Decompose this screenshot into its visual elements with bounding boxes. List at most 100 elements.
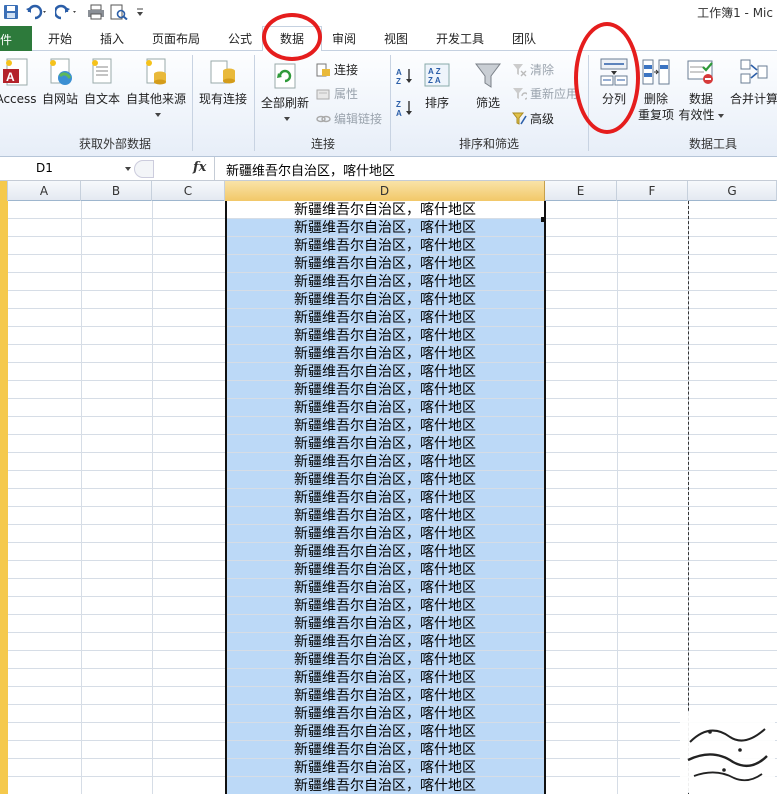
cell-D32[interactable]: 新疆维吾尔自治区，喀什地区 <box>225 759 545 777</box>
data-validation-button[interactable]: 数据 有效性 <box>678 57 724 123</box>
cell-D21[interactable]: 新疆维吾尔自治区，喀什地区 <box>225 561 545 579</box>
connections-button[interactable]: 连接 <box>316 61 358 78</box>
cell-D12[interactable]: 新疆维吾尔自治区，喀什地区 <box>225 399 545 417</box>
cell-D30[interactable]: 新疆维吾尔自治区，喀什地区 <box>225 723 545 741</box>
cell-D11[interactable]: 新疆维吾尔自治区，喀什地区 <box>225 381 545 399</box>
sort-ascending-button[interactable]: AZ <box>396 67 414 85</box>
cell-D5[interactable]: 新疆维吾尔自治区，喀什地区 <box>225 273 545 291</box>
clear-filter-icon <box>512 63 527 77</box>
cell-D3[interactable]: 新疆维吾尔自治区，喀什地区 <box>225 237 545 255</box>
cell-D9[interactable]: 新疆维吾尔自治区，喀什地区 <box>225 345 545 363</box>
formula-bar-resize-handle[interactable] <box>134 160 154 178</box>
cell-D19[interactable]: 新疆维吾尔自治区，喀什地区 <box>225 525 545 543</box>
cell-D28[interactable]: 新疆维吾尔自治区，喀什地区 <box>225 687 545 705</box>
worksheet-grid[interactable]: A B C D E F G 新疆维吾尔自治区，喀什地区 新疆维吾尔自治区，喀什地区… <box>0 181 777 794</box>
tab-home[interactable]: 开始 <box>48 30 72 47</box>
svg-text:Z A: Z A <box>428 76 441 85</box>
cell-D14[interactable]: 新疆维吾尔自治区，喀什地区 <box>225 435 545 453</box>
formula-input[interactable]: 新疆维吾尔自治区，喀什地区 <box>226 160 395 179</box>
cell-D16[interactable]: 新疆维吾尔自治区，喀什地区 <box>225 471 545 489</box>
insert-function-icon[interactable]: fx <box>193 160 206 175</box>
print-preview-icon[interactable] <box>108 2 130 22</box>
cell-D25[interactable]: 新疆维吾尔自治区，喀什地区 <box>225 633 545 651</box>
tab-review[interactable]: 审阅 <box>332 30 356 47</box>
existing-connections-button[interactable]: 现有连接 <box>196 57 250 107</box>
advanced-filter-button[interactable]: 高级 <box>511 110 554 127</box>
from-text-button[interactable]: 自文本 <box>82 57 122 107</box>
text-file-icon <box>87 57 117 87</box>
cell-D33[interactable]: 新疆维吾尔自治区，喀什地区 <box>225 777 545 794</box>
tab-view[interactable]: 视图 <box>384 30 408 47</box>
row-headers[interactable] <box>0 201 8 794</box>
sort-button[interactable]: A ZZ A 排序 <box>420 61 454 111</box>
from-web-button[interactable]: 自网站 <box>40 57 80 107</box>
sort-dialog-icon: A ZZ A <box>422 61 452 91</box>
cell-D22[interactable]: 新疆维吾尔自治区，喀什地区 <box>225 579 545 597</box>
cell-D27[interactable]: 新疆维吾尔自治区，喀什地区 <box>225 669 545 687</box>
group-separator <box>254 55 255 151</box>
refresh-all-button[interactable]: 全部刷新 <box>258 61 312 121</box>
undo-icon[interactable] <box>24 2 50 22</box>
svg-text:A: A <box>396 68 402 77</box>
reapply-filter-button[interactable]: 重新应用 <box>512 85 578 102</box>
filter-button[interactable]: 筛选 <box>468 61 508 111</box>
select-all-corner[interactable] <box>0 181 8 201</box>
column-header-E[interactable]: E <box>545 181 617 201</box>
cell-D29[interactable]: 新疆维吾尔自治区，喀什地区 <box>225 705 545 723</box>
column-header-A[interactable]: A <box>8 181 81 201</box>
svg-text:A: A <box>396 109 402 117</box>
cell-D4[interactable]: 新疆维吾尔自治区，喀什地区 <box>225 255 545 273</box>
tab-formulas[interactable]: 公式 <box>228 30 252 47</box>
other-sources-icon <box>141 57 171 87</box>
cell-D23[interactable]: 新疆维吾尔自治区，喀什地区 <box>225 597 545 615</box>
name-box-dropdown-icon[interactable] <box>125 167 131 171</box>
redo-icon[interactable] <box>54 2 80 22</box>
cell-D1[interactable]: 新疆维吾尔自治区，喀什地区 <box>225 201 545 219</box>
tab-file[interactable]: 件 <box>0 26 32 51</box>
annotation-circle-text-to-columns <box>574 22 640 134</box>
cell-D18[interactable]: 新疆维吾尔自治区，喀什地区 <box>225 507 545 525</box>
tab-team[interactable]: 团队 <box>512 30 536 47</box>
edit-links-button[interactable]: 编辑链接 <box>316 110 382 127</box>
cell-D26[interactable]: 新疆维吾尔自治区，喀什地区 <box>225 651 545 669</box>
cell-D15[interactable]: 新疆维吾尔自治区，喀什地区 <box>225 453 545 471</box>
web-icon <box>45 57 75 87</box>
cell-D7[interactable]: 新疆维吾尔自治区，喀什地区 <box>225 309 545 327</box>
name-box-value: D1 <box>36 161 53 175</box>
from-other-sources-button[interactable]: 自其他来源 <box>124 57 188 117</box>
cell-area[interactable]: 新疆维吾尔自治区，喀什地区 新疆维吾尔自治区，喀什地区 新疆维吾尔自治区，喀什地区新… <box>8 201 777 794</box>
cell-D2[interactable]: 新疆维吾尔自治区，喀什地区 <box>225 219 545 237</box>
cell-D13[interactable]: 新疆维吾尔自治区，喀什地区 <box>225 417 545 435</box>
reapply-filter-icon <box>512 87 529 101</box>
cell-D10[interactable]: 新疆维吾尔自治区，喀什地区 <box>225 363 545 381</box>
properties-button[interactable]: 属性 <box>316 85 358 102</box>
cell-D31[interactable]: 新疆维吾尔自治区，喀什地区 <box>225 741 545 759</box>
customize-qat-icon[interactable] <box>134 2 146 22</box>
cell-D20[interactable]: 新疆维吾尔自治区，喀什地区 <box>225 543 545 561</box>
cell-D17[interactable]: 新疆维吾尔自治区，喀什地区 <box>225 489 545 507</box>
clear-filter-button[interactable]: 清除 <box>512 61 554 78</box>
tab-page-layout[interactable]: 页面布局 <box>152 30 200 47</box>
sort-descending-button[interactable]: ZA <box>396 99 414 117</box>
print-icon[interactable] <box>86 2 106 22</box>
cell-D6[interactable]: 新疆维吾尔自治区，喀什地区 <box>225 291 545 309</box>
from-access-button[interactable]: A Access <box>0 57 38 107</box>
cell-D24[interactable]: 新疆维吾尔自治区，喀什地区 <box>225 615 545 633</box>
consolidate-button[interactable]: 合并计算 <box>726 57 777 107</box>
column-header-G[interactable]: G <box>688 181 777 201</box>
edit-links-icon <box>316 112 331 126</box>
column-header-B[interactable]: B <box>81 181 152 201</box>
group-label-data-tools: 数据工具 <box>688 137 737 151</box>
column-header-C[interactable]: C <box>152 181 225 201</box>
properties-icon <box>316 87 331 101</box>
column-header-F[interactable]: F <box>617 181 688 201</box>
tab-insert[interactable]: 插入 <box>100 30 124 47</box>
group-separator <box>390 55 391 151</box>
tab-developer[interactable]: 开发工具 <box>436 30 484 47</box>
cell-D8[interactable]: 新疆维吾尔自治区，喀什地区 <box>225 327 545 345</box>
column-header-D[interactable]: D <box>225 181 545 201</box>
name-box[interactable]: D1 <box>0 159 131 179</box>
remove-duplicates-button[interactable]: 删除 重复项 <box>636 57 676 123</box>
sort-az-icon: AZ <box>396 68 412 85</box>
save-icon[interactable] <box>2 2 20 22</box>
